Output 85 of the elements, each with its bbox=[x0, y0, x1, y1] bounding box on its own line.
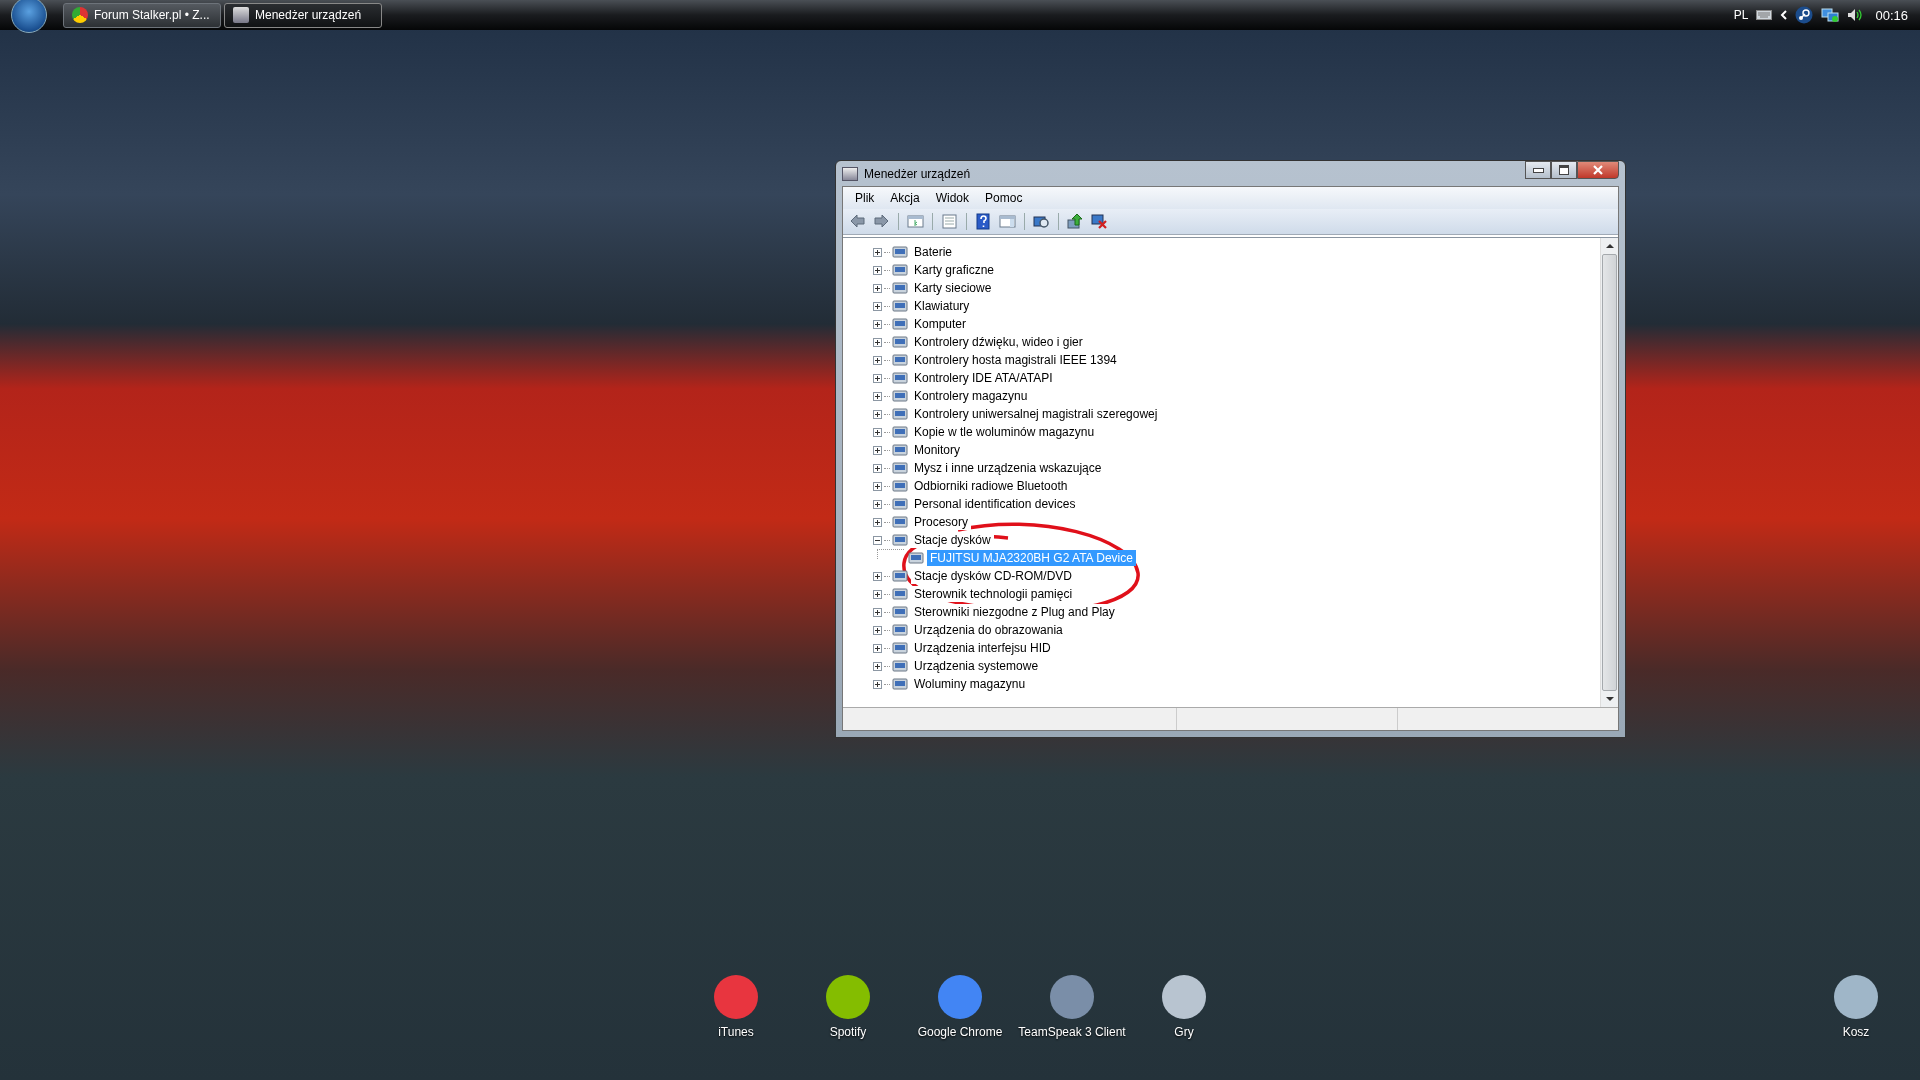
device-icon bbox=[892, 244, 908, 260]
tree-item[interactable]: Urządzenia do obrazowania bbox=[911, 622, 1066, 638]
expand-toggle[interactable] bbox=[873, 301, 882, 311]
expand-toggle[interactable] bbox=[873, 463, 882, 473]
expand-toggle[interactable] bbox=[873, 247, 882, 257]
network-icon[interactable] bbox=[1821, 7, 1840, 23]
tree-item[interactable]: Klawiatury bbox=[911, 298, 973, 314]
device-icon bbox=[892, 370, 908, 386]
taskbar-button[interactable]: Forum Stalker.pl • Z... bbox=[63, 2, 221, 28]
clock[interactable]: 00:16 bbox=[1875, 7, 1908, 23]
desktop-icon-label[interactable]: Kosz bbox=[1842, 1025, 1870, 1039]
desktop-icon-label[interactable]: Spotify bbox=[829, 1025, 867, 1039]
device-icon bbox=[892, 604, 908, 620]
device-icon bbox=[892, 514, 908, 530]
desktop-icon-label[interactable]: Gry bbox=[1174, 1025, 1194, 1039]
device-icon bbox=[892, 496, 908, 512]
chevron-left-icon[interactable] bbox=[1780, 10, 1788, 20]
menu-item[interactable]: Plik bbox=[847, 191, 883, 205]
expand-toggle[interactable] bbox=[873, 445, 882, 455]
expand-toggle[interactable] bbox=[873, 481, 882, 491]
tree-item[interactable]: Kontrolery dźwięku, wideo i gier bbox=[911, 334, 1086, 350]
expand-toggle[interactable] bbox=[873, 409, 882, 419]
expand-toggle[interactable] bbox=[873, 643, 882, 653]
expand-toggle[interactable] bbox=[873, 607, 882, 617]
expand-toggle[interactable] bbox=[873, 283, 882, 293]
maximize-button[interactable] bbox=[1551, 161, 1577, 179]
expand-toggle[interactable] bbox=[873, 571, 882, 581]
collapse-toggle[interactable] bbox=[873, 535, 882, 545]
tree-item[interactable]: Monitory bbox=[911, 442, 963, 458]
menu-item[interactable]: Akcja bbox=[882, 191, 928, 205]
start-button[interactable] bbox=[11, 0, 47, 33]
keyboard-icon[interactable] bbox=[1756, 10, 1773, 20]
device-icon bbox=[892, 676, 908, 692]
expand-toggle[interactable] bbox=[873, 625, 882, 635]
expand-toggle[interactable] bbox=[873, 427, 882, 437]
expand-toggle[interactable] bbox=[873, 337, 882, 347]
expand-toggle[interactable] bbox=[873, 391, 882, 401]
tree-item[interactable]: Stacje dysków bbox=[911, 532, 994, 548]
device-icon bbox=[892, 442, 908, 458]
expand-toggle[interactable] bbox=[873, 661, 882, 671]
device-icon bbox=[892, 298, 908, 314]
device-icon bbox=[892, 586, 908, 602]
device-icon bbox=[892, 280, 908, 296]
expand-toggle[interactable] bbox=[873, 679, 882, 689]
expand-toggle[interactable] bbox=[873, 265, 882, 275]
expand-toggle[interactable] bbox=[873, 589, 882, 599]
window-icon bbox=[842, 166, 858, 181]
expand-toggle[interactable] bbox=[873, 499, 882, 509]
device-icon bbox=[892, 622, 908, 638]
close-icon bbox=[1592, 165, 1604, 175]
language-indicator[interactable]: PL bbox=[1733, 8, 1749, 22]
window-title: Menedżer urządzeń bbox=[864, 166, 971, 181]
device-icon bbox=[892, 424, 908, 440]
device-icon bbox=[892, 658, 908, 674]
menu-item[interactable]: Pomoc bbox=[977, 191, 1031, 205]
device-icon bbox=[908, 550, 924, 566]
close-button[interactable] bbox=[1577, 161, 1619, 179]
menu-item[interactable]: Widok bbox=[927, 191, 978, 205]
device-icon bbox=[892, 406, 908, 422]
volume-icon[interactable] bbox=[1847, 8, 1864, 22]
device-icon bbox=[892, 352, 908, 368]
expand-toggle[interactable] bbox=[873, 373, 882, 383]
minimize-button[interactable] bbox=[1525, 161, 1551, 179]
device-icon bbox=[892, 334, 908, 350]
device-icon bbox=[892, 640, 908, 656]
device-icon bbox=[892, 568, 908, 584]
device-icon bbox=[892, 532, 908, 548]
taskbar-button[interactable]: Menedżer urządzeń bbox=[224, 2, 382, 28]
expand-toggle[interactable] bbox=[873, 355, 882, 365]
tree-item[interactable]: Kontrolery hosta magistrali IEEE 1394 bbox=[911, 352, 1120, 368]
steam-icon[interactable] bbox=[1795, 6, 1814, 24]
desktop-icon-label[interactable]: TeamSpeak 3 Client bbox=[1018, 1025, 1126, 1039]
device-icon bbox=[892, 460, 908, 476]
device-icon bbox=[892, 262, 908, 278]
tree-item[interactable]: Sterowniki niezgodne z Plug and Play bbox=[911, 604, 1118, 620]
expand-toggle[interactable] bbox=[873, 517, 882, 527]
desktop-icon-label[interactable]: iTunes bbox=[718, 1025, 754, 1039]
expand-toggle[interactable] bbox=[873, 319, 882, 329]
device-icon bbox=[892, 316, 908, 332]
device-icon bbox=[892, 388, 908, 404]
scrollbar[interactable] bbox=[1600, 238, 1618, 707]
tree-item[interactable]: Procesory bbox=[911, 514, 972, 530]
tree-item[interactable]: Urządzenia interfejsu HID bbox=[911, 640, 1054, 656]
device-icon bbox=[892, 478, 908, 494]
desktop-icon-label[interactable]: Google Chrome bbox=[917, 1025, 1003, 1039]
